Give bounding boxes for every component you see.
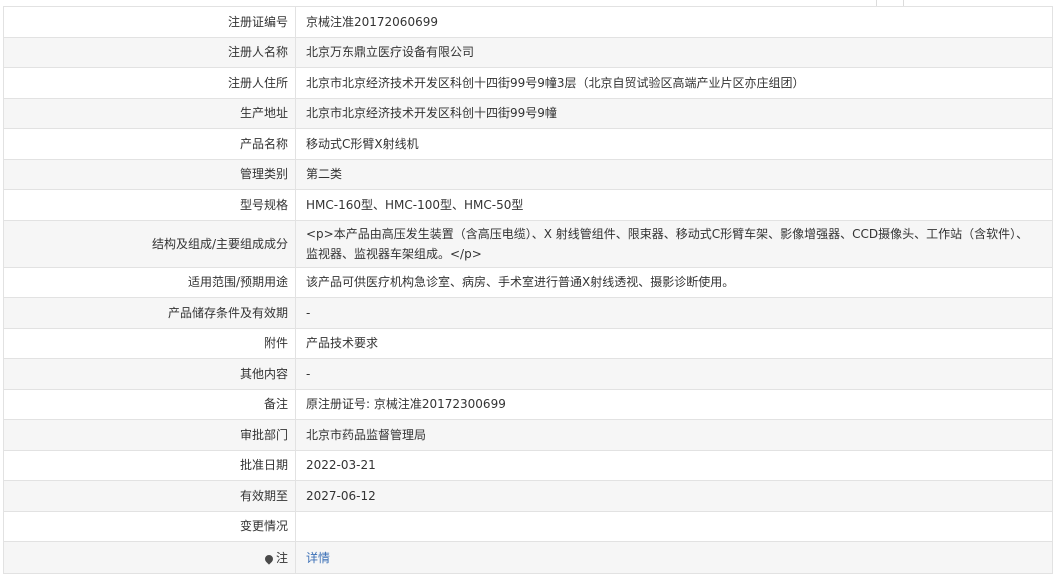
row-registration-number: 注册证编号 京械注准20172060699	[3, 6, 1053, 38]
value-model-spec: HMC-160型、HMC-100型、HMC-50型	[295, 189, 1053, 221]
row-production-address: 生产地址 北京市北京经济技术开发区科创十四街99号9幢	[3, 97, 1053, 129]
value-valid-until: 2027-06-12	[295, 480, 1053, 512]
row-registrant-address: 注册人住所 北京市北京经济技术开发区科创十四街99号9幢3层（北京自贸试验区高端…	[3, 67, 1053, 99]
row-storage-validity: 产品储存条件及有效期 -	[3, 297, 1053, 329]
value-registrant-name: 北京万东鼎立医疗设备有限公司	[295, 36, 1053, 68]
row-valid-until: 有效期至 2027-06-12	[3, 480, 1053, 512]
location-pin-icon	[263, 552, 275, 565]
label-storage-validity: 产品储存条件及有效期	[3, 297, 296, 329]
value-attachment: 产品技术要求	[295, 327, 1053, 359]
value-approval-department: 北京市药品监督管理局	[295, 419, 1053, 451]
row-note: 注 详情	[3, 541, 1053, 574]
value-note: 详情	[295, 541, 1053, 574]
label-registrant-address: 注册人住所	[3, 67, 296, 99]
label-management-category: 管理类别	[3, 158, 296, 190]
label-remarks: 备注	[3, 388, 296, 420]
label-production-address: 生产地址	[3, 97, 296, 129]
label-change-status: 变更情况	[3, 510, 296, 542]
label-approval-department: 审批部门	[3, 419, 296, 451]
value-production-address: 北京市北京经济技术开发区科创十四街99号9幢	[295, 97, 1053, 129]
value-change-status	[295, 510, 1053, 542]
row-attachment: 附件 产品技术要求	[3, 327, 1053, 359]
value-management-category: 第二类	[295, 158, 1053, 190]
label-registration-number: 注册证编号	[3, 6, 296, 38]
label-valid-until: 有效期至	[3, 480, 296, 512]
label-other-content: 其他内容	[3, 358, 296, 390]
note-label-text: 注	[275, 550, 288, 565]
value-storage-validity: -	[295, 297, 1053, 329]
label-structure-composition: 结构及组成/主要组成成分	[3, 219, 296, 268]
row-intended-use: 适用范围/预期用途 该产品可供医疗机构急诊室、病房、手术室进行普通X射线透视、摄…	[3, 266, 1053, 298]
label-attachment: 附件	[3, 327, 296, 359]
row-registrant-name: 注册人名称 北京万东鼎立医疗设备有限公司	[3, 36, 1053, 68]
row-change-status: 变更情况	[3, 510, 1053, 542]
value-other-content: -	[295, 358, 1053, 390]
row-product-name: 产品名称 移动式C形臂X射线机	[3, 128, 1053, 160]
row-structure-composition: 结构及组成/主要组成成分 <p>本产品由高压发生装置（含高压电缆）、X 射线管组…	[3, 219, 1053, 268]
value-intended-use: 该产品可供医疗机构急诊室、病房、手术室进行普通X射线透视、摄影诊断使用。	[295, 266, 1053, 298]
value-structure-composition: <p>本产品由高压发生装置（含高压电缆）、X 射线管组件、限束器、移动式C形臂车…	[295, 219, 1053, 268]
row-remarks: 备注 原注册证号: 京械注准20172300699	[3, 388, 1053, 420]
label-model-spec: 型号规格	[3, 189, 296, 221]
value-registrant-address: 北京市北京经济技术开发区科创十四街99号9幢3层（北京自贸试验区高端产业片区亦庄…	[295, 67, 1053, 99]
value-registration-number: 京械注准20172060699	[295, 6, 1053, 38]
label-product-name: 产品名称	[3, 128, 296, 160]
value-product-name: 移动式C形臂X射线机	[295, 128, 1053, 160]
label-note: 注	[3, 541, 296, 574]
registration-detail-table: 注册证编号 京械注准20172060699 注册人名称 北京万东鼎立医疗设备有限…	[3, 6, 1053, 574]
row-other-content: 其他内容 -	[3, 358, 1053, 390]
label-approval-date: 批准日期	[3, 449, 296, 481]
value-remarks: 原注册证号: 京械注准20172300699	[295, 388, 1053, 420]
label-intended-use: 适用范围/预期用途	[3, 266, 296, 298]
value-approval-date: 2022-03-21	[295, 449, 1053, 481]
details-link[interactable]: 详情	[306, 551, 330, 565]
row-approval-date: 批准日期 2022-03-21	[3, 449, 1053, 481]
row-approval-department: 审批部门 北京市药品监督管理局	[3, 419, 1053, 451]
row-management-category: 管理类别 第二类	[3, 158, 1053, 190]
row-model-spec: 型号规格 HMC-160型、HMC-100型、HMC-50型	[3, 189, 1053, 221]
label-registrant-name: 注册人名称	[3, 36, 296, 68]
